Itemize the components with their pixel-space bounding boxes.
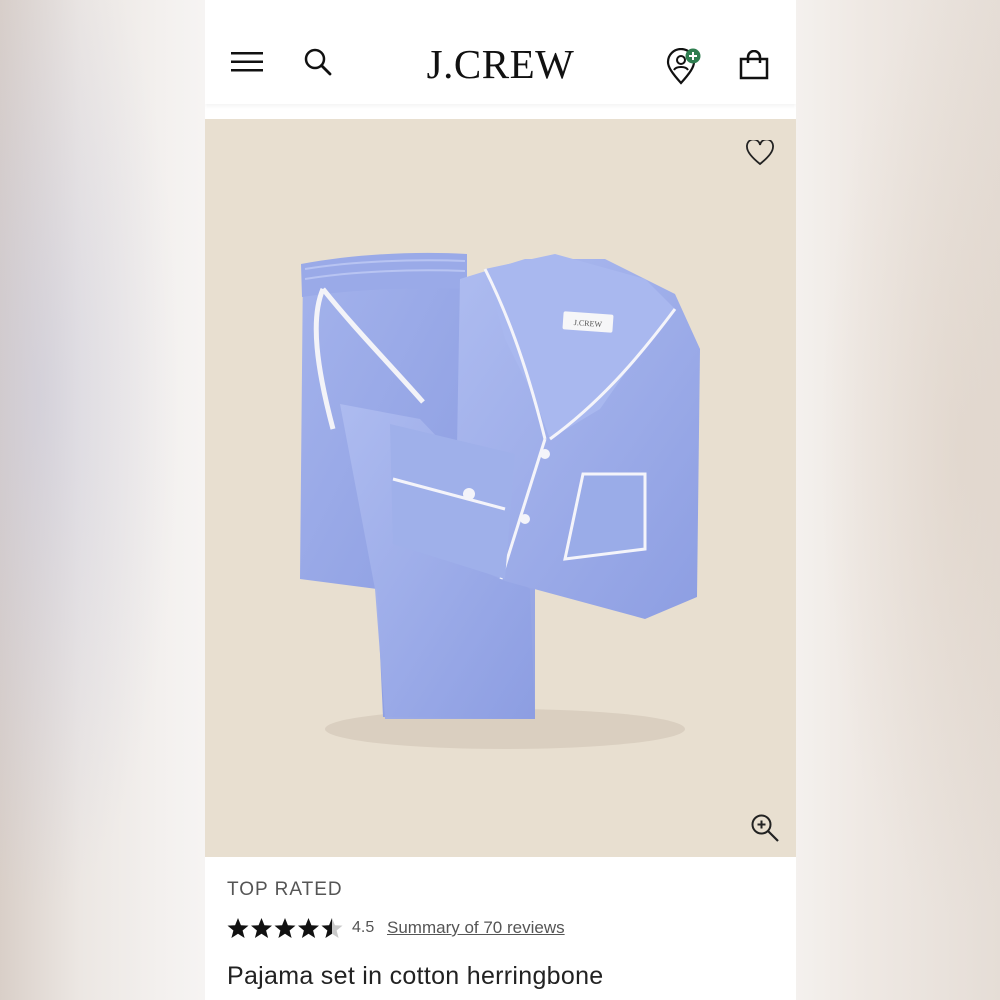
pajama-set-illustration: J.CREW: [300, 252, 700, 749]
star-icon: [227, 918, 249, 938]
background-blur-right: [796, 0, 1000, 1000]
rating-value: 4.5: [352, 919, 375, 936]
site-header: J.CREW: [205, 0, 796, 104]
brand-logo[interactable]: J.CREW: [205, 40, 796, 88]
star-icon: [298, 918, 319, 938]
star-icon: [274, 918, 296, 938]
background-blur-left: [0, 0, 205, 1000]
product-image[interactable]: J.CREW: [205, 119, 796, 857]
shopping-bag-icon[interactable]: [739, 49, 769, 84]
reviews-summary-link[interactable]: Summary of 70 reviews: [387, 918, 565, 938]
top-rated-badge: TOP RATED: [227, 879, 343, 900]
product-title: Pajama set in cotton herringbone: [227, 962, 604, 990]
heart-icon[interactable]: [746, 138, 774, 170]
star-rating: [227, 915, 345, 945]
zoom-in-icon[interactable]: [750, 813, 780, 847]
product-page: J.CREW J.CREW TOP RATED 4.5 Summary of 7…: [205, 0, 796, 1000]
star-icon: [251, 918, 272, 938]
store-locator-icon[interactable]: [666, 47, 702, 90]
